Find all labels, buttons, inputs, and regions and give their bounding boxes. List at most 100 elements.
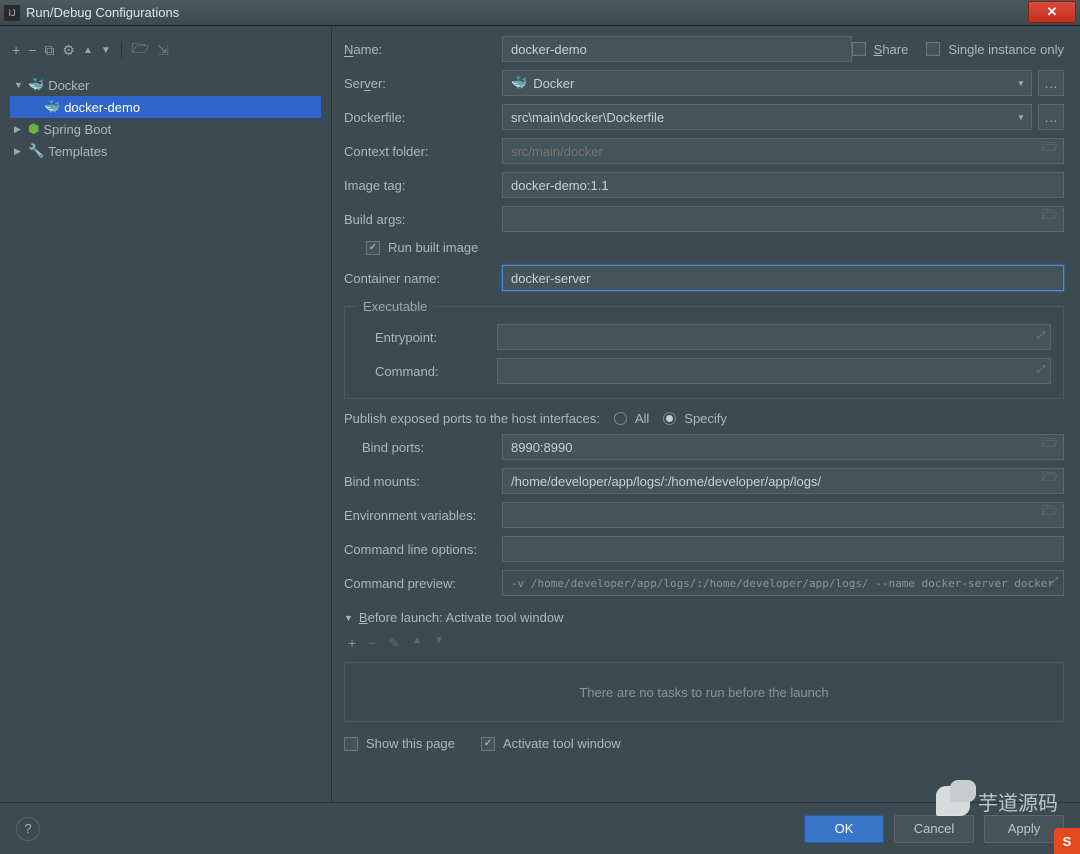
folder-icon[interactable]: 🗁	[1042, 468, 1058, 490]
name-label: Name:	[344, 42, 502, 57]
window-title: Run/Debug Configurations	[26, 5, 1028, 20]
help-button[interactable]: ?	[16, 817, 40, 841]
before-launch-toolbar: + − ✎ ▲ ▼	[344, 635, 1064, 662]
show-this-page-checkbox[interactable]	[344, 737, 358, 751]
ok-button[interactable]: OK	[804, 815, 884, 843]
activate-tool-window-label: Activate tool window	[503, 736, 621, 751]
tree-item-spring-boot[interactable]: ▶ ⬢ Spring Boot	[10, 118, 321, 140]
executable-group: Executable Entrypoint: ⤢ Command: ⤢	[344, 299, 1064, 399]
before-launch-header[interactable]: ▼ Before launch: Activate tool window	[344, 610, 1064, 625]
tree-item-templates[interactable]: ▶ 🔧 Templates	[10, 140, 321, 162]
config-tree: ▼ 🐳 Docker 🐳 docker-demo ▶ ⬢ Spring Boot…	[4, 72, 327, 164]
image-tag-label: Image tag:	[344, 178, 502, 193]
app-icon: IJ	[4, 5, 20, 21]
docker-icon: 🐳	[511, 75, 527, 91]
container-name-input[interactable]	[502, 265, 1064, 291]
folder-icon[interactable]: 🗁	[1042, 502, 1058, 524]
up-icon[interactable]: ▲	[83, 45, 93, 56]
close-button[interactable]: ✕	[1028, 1, 1076, 23]
folder-icon[interactable]: 🗁	[1042, 206, 1058, 228]
spring-icon: ⬢	[28, 121, 39, 137]
folder-icon[interactable]: 🗁	[1042, 138, 1058, 160]
tree-item-docker[interactable]: ▼ 🐳 Docker	[10, 74, 321, 96]
expand-icon[interactable]: ⤢	[1037, 330, 1045, 341]
build-args-label: Build args:	[344, 212, 502, 227]
docker-icon: 🐳	[44, 99, 60, 115]
executable-legend: Executable	[357, 299, 433, 314]
dockerfile-label: Dockerfile:	[344, 110, 502, 125]
sidebar-toolbar: + − ⧉ ⚙ ▲ ▼ 🗁 ⇲	[4, 34, 327, 72]
publish-label: Publish exposed ports to the host interf…	[344, 411, 600, 426]
expand-icon[interactable]: ▼	[14, 80, 24, 90]
down-icon[interactable]: ▼	[101, 45, 111, 56]
tree-label: docker-demo	[64, 100, 140, 115]
chevron-down-icon: ▼	[344, 613, 353, 623]
publish-specify-radio[interactable]: Specify	[663, 411, 727, 426]
single-instance-checkbox[interactable]	[926, 42, 940, 56]
remove-icon[interactable]: −	[368, 635, 376, 652]
sidebar: + − ⧉ ⚙ ▲ ▼ 🗁 ⇲ ▼ 🐳 Docker 🐳 docker-demo…	[0, 26, 332, 802]
context-input[interactable]	[502, 138, 1064, 164]
env-vars-input[interactable]	[502, 502, 1064, 528]
settings-icon[interactable]: ⚙	[62, 42, 75, 59]
chevron-down-icon: ▼	[1011, 79, 1031, 88]
corner-badge: S	[1054, 828, 1080, 854]
wrench-icon: 🔧	[28, 143, 44, 159]
apply-button[interactable]: Apply	[984, 815, 1064, 843]
add-icon[interactable]: +	[348, 635, 356, 652]
down-icon[interactable]: ▼	[434, 635, 444, 652]
edit-icon[interactable]: ✎	[388, 635, 400, 652]
separator	[121, 42, 122, 58]
watermark: 芋道源码	[936, 786, 1058, 816]
command-preview-label: Command preview:	[344, 576, 502, 591]
name-input[interactable]	[502, 36, 852, 62]
share-label: Share	[874, 42, 909, 57]
image-tag-input[interactable]	[502, 172, 1064, 198]
tree-label: Docker	[48, 78, 89, 93]
context-label: Context folder:	[344, 144, 502, 159]
titlebar: IJ Run/Debug Configurations ✕	[0, 0, 1080, 26]
expand-icon[interactable]: ▶	[14, 124, 24, 135]
server-dropdown[interactable]: 🐳Docker ▼	[502, 70, 1032, 96]
entrypoint-input[interactable]	[497, 324, 1051, 350]
bind-ports-input[interactable]	[502, 434, 1064, 460]
folder-icon[interactable]: 🗁	[1042, 434, 1058, 456]
tree-label: Spring Boot	[43, 122, 111, 137]
dockerfile-more-button[interactable]: …	[1038, 104, 1064, 130]
publish-all-radio[interactable]: All	[614, 411, 649, 426]
collapse-icon[interactable]: ⇲	[157, 42, 169, 59]
add-icon[interactable]: +	[12, 42, 20, 58]
activate-tool-window-checkbox[interactable]	[481, 737, 495, 751]
expand-icon[interactable]: ▶	[14, 146, 24, 157]
cmdline-options-label: Command line options:	[344, 542, 502, 557]
command-preview	[502, 570, 1064, 596]
up-icon[interactable]: ▲	[412, 635, 422, 652]
run-built-image-checkbox[interactable]	[366, 241, 380, 255]
entrypoint-label: Entrypoint:	[357, 330, 497, 345]
server-label: Server:	[344, 76, 502, 91]
bind-mounts-label: Bind mounts:	[344, 474, 502, 489]
bind-ports-label: Bind ports:	[344, 440, 502, 455]
share-checkbox[interactable]	[852, 42, 866, 56]
folder-icon[interactable]: 🗁	[132, 38, 149, 62]
dockerfile-dropdown[interactable]: src\main\docker\Dockerfile ▼	[502, 104, 1032, 130]
expand-icon[interactable]: ⤢	[1037, 364, 1045, 375]
command-input[interactable]	[497, 358, 1051, 384]
cancel-button[interactable]: Cancel	[894, 815, 974, 843]
tree-label: Templates	[48, 144, 107, 159]
single-instance-label: Single instance only	[948, 42, 1064, 57]
cmdline-options-input[interactable]	[502, 536, 1064, 562]
server-more-button[interactable]: …	[1038, 70, 1064, 96]
expand-icon[interactable]: ⤢	[1050, 576, 1058, 587]
build-args-input[interactable]	[502, 206, 1064, 232]
tree-item-docker-demo[interactable]: 🐳 docker-demo	[10, 96, 321, 118]
show-this-page-label: Show this page	[366, 736, 455, 751]
command-label: Command:	[357, 364, 497, 379]
before-launch-tasks: There are no tasks to run before the lau…	[344, 662, 1064, 722]
chevron-down-icon: ▼	[1011, 113, 1031, 122]
remove-icon[interactable]: −	[28, 42, 36, 58]
bind-mounts-input[interactable]	[502, 468, 1064, 494]
container-name-label: Container name:	[344, 271, 502, 286]
copy-icon[interactable]: ⧉	[44, 42, 54, 59]
run-built-image-label: Run built image	[388, 240, 478, 255]
